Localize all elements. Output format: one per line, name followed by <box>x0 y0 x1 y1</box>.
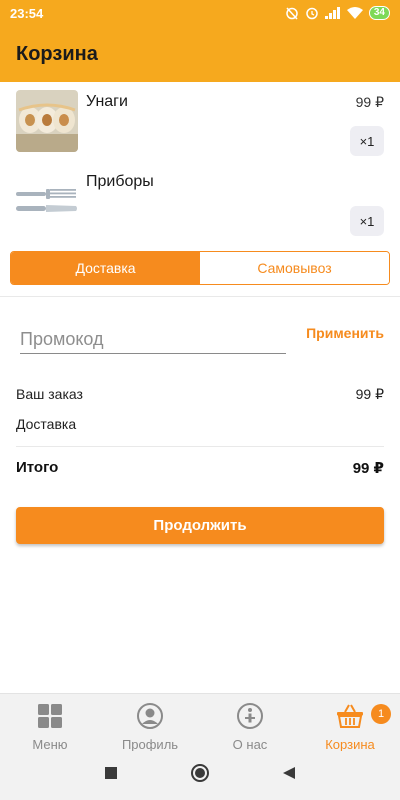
signal-icon <box>324 7 341 19</box>
nav-item-about[interactable]: О нас <box>200 694 300 752</box>
divider <box>0 296 400 297</box>
total-label: Итого <box>16 459 59 476</box>
cart-item-name: Приборы <box>86 173 154 190</box>
alarm-off-icon <box>285 6 299 20</box>
system-nav-bar <box>0 751 400 800</box>
divider <box>16 446 384 447</box>
nav-item-menu[interactable]: Меню <box>0 694 100 752</box>
summary-order-row: Ваш заказ 99 ₽ <box>16 386 384 403</box>
app-bar: Корзина <box>0 26 400 82</box>
tab-delivery[interactable]: Доставка <box>11 252 200 284</box>
promo-code-input[interactable] <box>20 326 286 354</box>
profile-icon <box>137 703 163 734</box>
alarm-icon <box>305 6 319 20</box>
nav-label: Меню <box>32 737 68 752</box>
nav-item-profile[interactable]: Профиль <box>100 694 200 752</box>
menu-grid-icon <box>37 703 63 734</box>
cart-count-badge: 1 <box>371 704 391 724</box>
wifi-icon <box>346 7 363 19</box>
sushi-roll-image <box>16 90 78 152</box>
back-icon[interactable] <box>282 766 296 785</box>
apply-promo-button[interactable]: Применить <box>306 325 384 341</box>
delivery-toggle: Доставка Самовывоз <box>10 251 390 285</box>
basket-icon <box>336 703 364 734</box>
nav-label: О нас <box>232 737 268 752</box>
summary-delivery-row: Доставка <box>16 416 384 432</box>
continue-button[interactable]: Продолжить <box>16 507 384 544</box>
info-icon <box>237 703 263 734</box>
recents-icon[interactable] <box>104 766 118 785</box>
nav-label: Профиль <box>121 737 179 752</box>
total-value: 99 ₽ <box>352 460 384 477</box>
status-icons: 34 <box>285 6 390 20</box>
cart-item-price: 99 ₽ <box>355 94 384 110</box>
tab-pickup[interactable]: Самовывоз <box>200 252 389 284</box>
status-time: 23:54 <box>10 5 44 21</box>
cutlery-image <box>16 170 78 232</box>
page-title: Корзина <box>16 42 98 65</box>
summary-total-row: Итого 99 ₽ <box>16 459 384 477</box>
order-label: Ваш заказ <box>16 386 83 402</box>
home-icon[interactable] <box>190 763 210 788</box>
battery-icon: 34 <box>368 6 390 20</box>
delivery-label: Доставка <box>16 416 77 432</box>
quantity-chip[interactable]: ×1 <box>350 126 384 156</box>
nav-label: Корзина <box>325 737 375 752</box>
cart-item[interactable]: Приборы ×1 <box>0 170 400 250</box>
bottom-nav: Меню Профиль О нас Корзина 1 <box>0 693 400 752</box>
quantity-chip[interactable]: ×1 <box>350 206 384 236</box>
status-bar: 23:54 34 <box>0 0 400 26</box>
order-value: 99 ₽ <box>355 386 384 402</box>
nav-item-cart[interactable]: Корзина 1 <box>300 694 400 752</box>
cart-item-name: Унаги <box>86 93 128 110</box>
cart-item[interactable]: Унаги 99 ₽ ×1 <box>0 90 400 170</box>
